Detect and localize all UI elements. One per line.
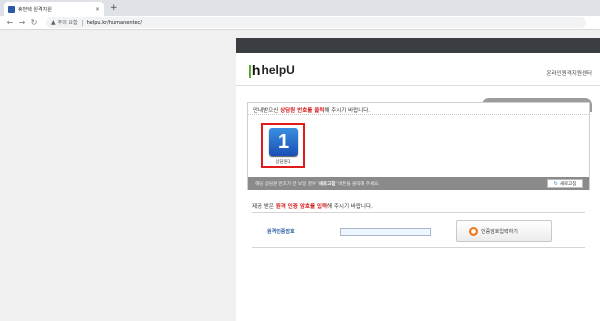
browser-toolbar: ← → ↻ ▲ 주의 요함 helpu.kr/humanentec/ — [0, 16, 600, 30]
counselor-number-badge[interactable]: 1 — [269, 128, 298, 156]
refresh-icon: ↻ — [553, 180, 558, 187]
submit-code-button[interactable]: ● 인증암호입력하기 — [456, 220, 552, 242]
address-divider — [81, 19, 83, 26]
site-header: |h helpU 온라인원격지원센터 — [236, 53, 600, 86]
top-bar — [236, 38, 600, 53]
tab-title: 휴먼텍 원격지원 — [18, 6, 52, 13]
refresh-notice-text: 해당 상담원 번호가 안 보일 경우 '새로고침' 버튼을 클릭해 주세요. — [255, 182, 380, 187]
helpu-logo: |h helpU — [248, 63, 295, 77]
counselor-button-1[interactable]: 1 상담원1 — [261, 123, 305, 168]
url-text[interactable]: helpu.kr/humanentec/ — [87, 20, 142, 26]
security-label[interactable]: 주의 요함 — [58, 19, 78, 26]
counselor-label[interactable]: 상담원1 — [263, 159, 303, 165]
counselor-panel-header: 안내받으신 상담원 번호를 클릭해 주시기 바랍니다. — [248, 103, 589, 115]
refresh-button[interactable]: ↻ 새로고침 — [547, 179, 583, 188]
counselor-instruction: 안내받으신 상담원 번호를 클릭해 주시기 바랍니다. — [253, 108, 371, 114]
code-form: 원격인증암호 ● 인증암호입력하기 — [252, 212, 585, 248]
code-instruction: 제공 받은 원격 인증 암호를 입력해 주시기 바랍니다. — [252, 204, 373, 210]
refresh-notice-bar: 해당 상담원 번호가 안 보일 경우 '새로고침' 버튼을 클릭해 주세요. ↻… — [248, 177, 589, 190]
new-tab-button[interactable]: + — [110, 2, 118, 14]
back-arrow-icon[interactable]: ← — [4, 16, 16, 30]
favicon-icon — [8, 5, 15, 13]
lock-key-icon: ● — [469, 226, 478, 236]
code-input[interactable] — [340, 228, 431, 236]
logo-text: helpU — [261, 63, 295, 77]
browser-tabstrip: 휴먼텍 원격지원 × + — [0, 0, 600, 16]
code-label: 원격인증암호 — [267, 229, 295, 235]
reload-icon[interactable]: ↻ — [28, 16, 40, 30]
warning-icon[interactable]: ▲ — [51, 19, 56, 26]
counselor-panel: 안내받으신 상담원 번호를 클릭해 주시기 바랍니다. 1 상담원1 해당 상담… — [247, 102, 590, 190]
logo-mark: |h — [248, 62, 261, 78]
page-content: |h helpU 온라인원격지원센터 Tel : 053-767-1158 안내… — [236, 38, 600, 321]
address-bar[interactable]: ▲ 주의 요함 helpu.kr/humanentec/ — [46, 17, 586, 28]
refresh-label: 새로고침 — [559, 181, 577, 187]
browser-tab[interactable]: 휴먼텍 원격지원 × — [4, 2, 104, 16]
center-name: 온라인원격지원센터 — [546, 71, 592, 77]
tab-close-button[interactable]: × — [95, 6, 100, 13]
forward-arrow-icon[interactable]: → — [16, 16, 28, 30]
submit-code-label: 인증암호입력하기 — [481, 228, 518, 235]
